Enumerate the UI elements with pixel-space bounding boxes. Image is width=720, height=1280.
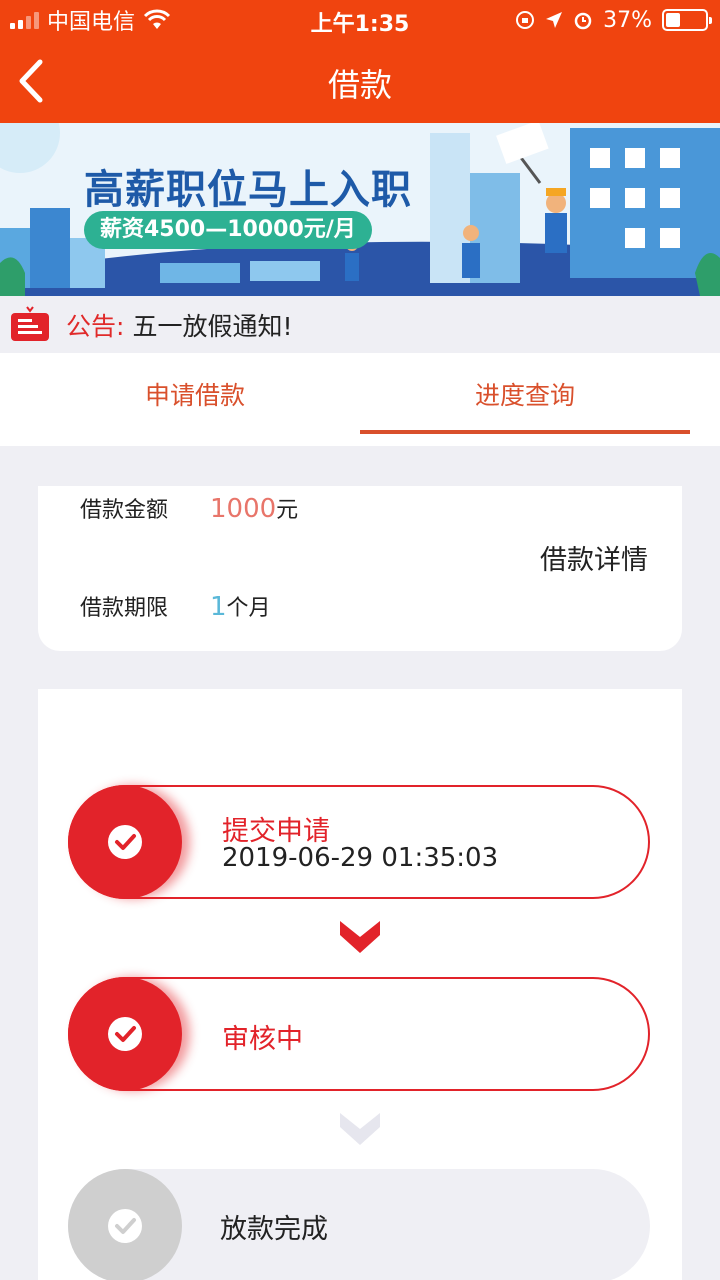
tab-bar: 申请借款 进度查询 xyxy=(0,353,720,446)
step-submit-application: 提交申请 2019-06-29 01:35:03 xyxy=(68,785,650,899)
loan-term-label: 借款期限 xyxy=(80,596,169,621)
step-timestamp: 2019-06-29 01:35:03 xyxy=(222,843,499,873)
loan-amount-label: 借款金额 xyxy=(80,498,169,523)
step-status-circle xyxy=(68,1169,182,1280)
announcement-bar[interactable]: 公告: 五一放假通知! xyxy=(0,296,720,353)
check-icon xyxy=(108,825,142,859)
step-under-review: 审核中 xyxy=(68,977,650,1091)
loan-amount-unit: 元 xyxy=(276,498,299,523)
tab-progress-query[interactable]: 进度查询 xyxy=(360,353,690,446)
megaphone-board-icon xyxy=(11,305,49,341)
status-bar: 中国电信 上午1:35 37% xyxy=(0,0,720,40)
alarm-icon xyxy=(574,12,592,30)
battery-percent: 37% xyxy=(603,7,652,33)
step-disbursement-complete: 放款完成 xyxy=(68,1169,650,1280)
progress-card: 提交申请 2019-06-29 01:35:03 审核中 放款完成 xyxy=(38,689,682,1280)
active-tab-underline xyxy=(360,430,690,434)
banner-salary-badge: 薪资4500—10000元/月 xyxy=(84,211,372,249)
battery-icon xyxy=(662,9,712,31)
step-status-circle xyxy=(68,785,182,899)
loan-amount-value: 1000 xyxy=(210,494,277,524)
loan-amount-row: 借款金额 1000 元 xyxy=(80,492,298,524)
loan-detail-link[interactable]: 借款详情 xyxy=(540,538,648,577)
chevron-down-icon xyxy=(340,921,380,953)
step-title: 放款完成 xyxy=(220,1214,328,1245)
announcement-label: 公告: xyxy=(66,311,125,341)
promo-banner[interactable]: 高薪职位马上入职 薪资4500—10000元/月 xyxy=(0,123,720,296)
step-title: 审核中 xyxy=(222,1024,303,1055)
check-icon xyxy=(108,1209,142,1243)
tab-label: 申请借款 xyxy=(144,381,245,410)
loan-summary-card: 借款金额 1000 元 借款详情 借款期限 1 个月 xyxy=(38,486,682,651)
loan-term-unit: 个月 xyxy=(226,596,271,621)
tab-label: 进度查询 xyxy=(474,381,575,410)
step-status-circle xyxy=(68,977,182,1091)
location-icon xyxy=(546,12,563,28)
page-title: 借款 xyxy=(327,66,392,104)
loan-term-value: 1 xyxy=(210,592,227,622)
rotation-lock-icon xyxy=(516,11,535,29)
chevron-down-icon xyxy=(340,1113,380,1145)
announcement-text: 五一放假通知! xyxy=(132,311,293,341)
banner-headline: 高薪职位马上入职 xyxy=(84,167,412,213)
nav-bar: 借款 xyxy=(0,40,720,123)
tab-apply-loan[interactable]: 申请借款 xyxy=(30,353,360,446)
loan-term-row: 借款期限 1 个月 xyxy=(80,590,271,622)
check-icon xyxy=(108,1017,142,1051)
